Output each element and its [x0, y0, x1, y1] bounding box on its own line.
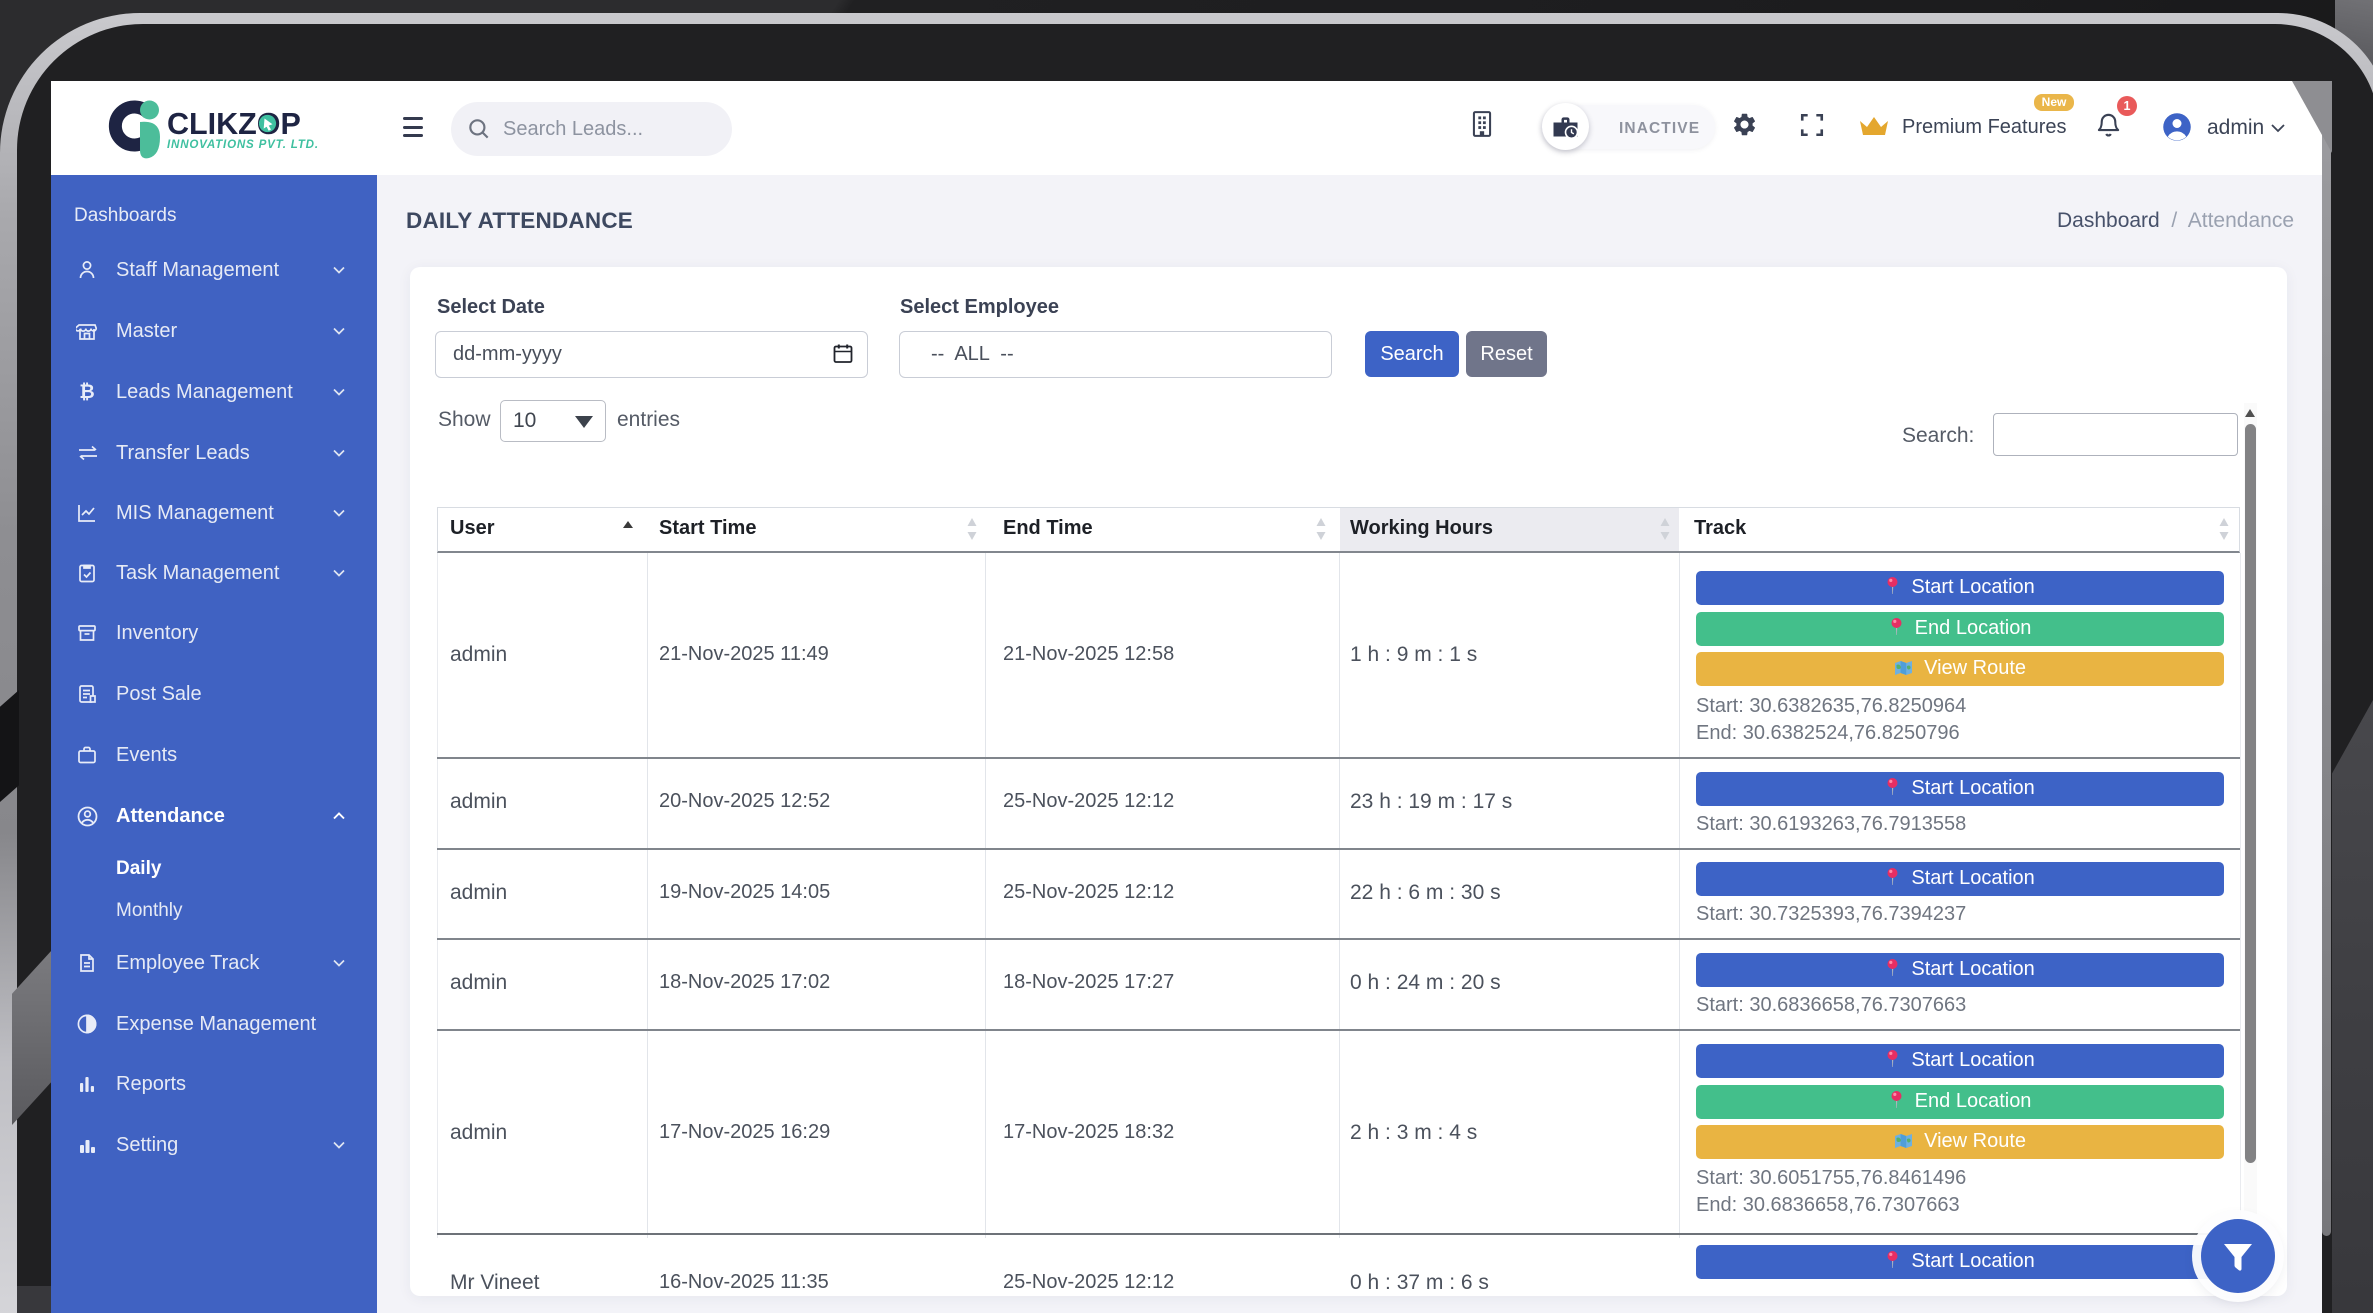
svg-text:₿: ₿	[79, 382, 94, 403]
svg-text:CLIKZOP: CLIKZOP	[167, 107, 301, 141]
svg-text:INNOVATIONS PVT. LTD.: INNOVATIONS PVT. LTD.	[167, 138, 319, 151]
